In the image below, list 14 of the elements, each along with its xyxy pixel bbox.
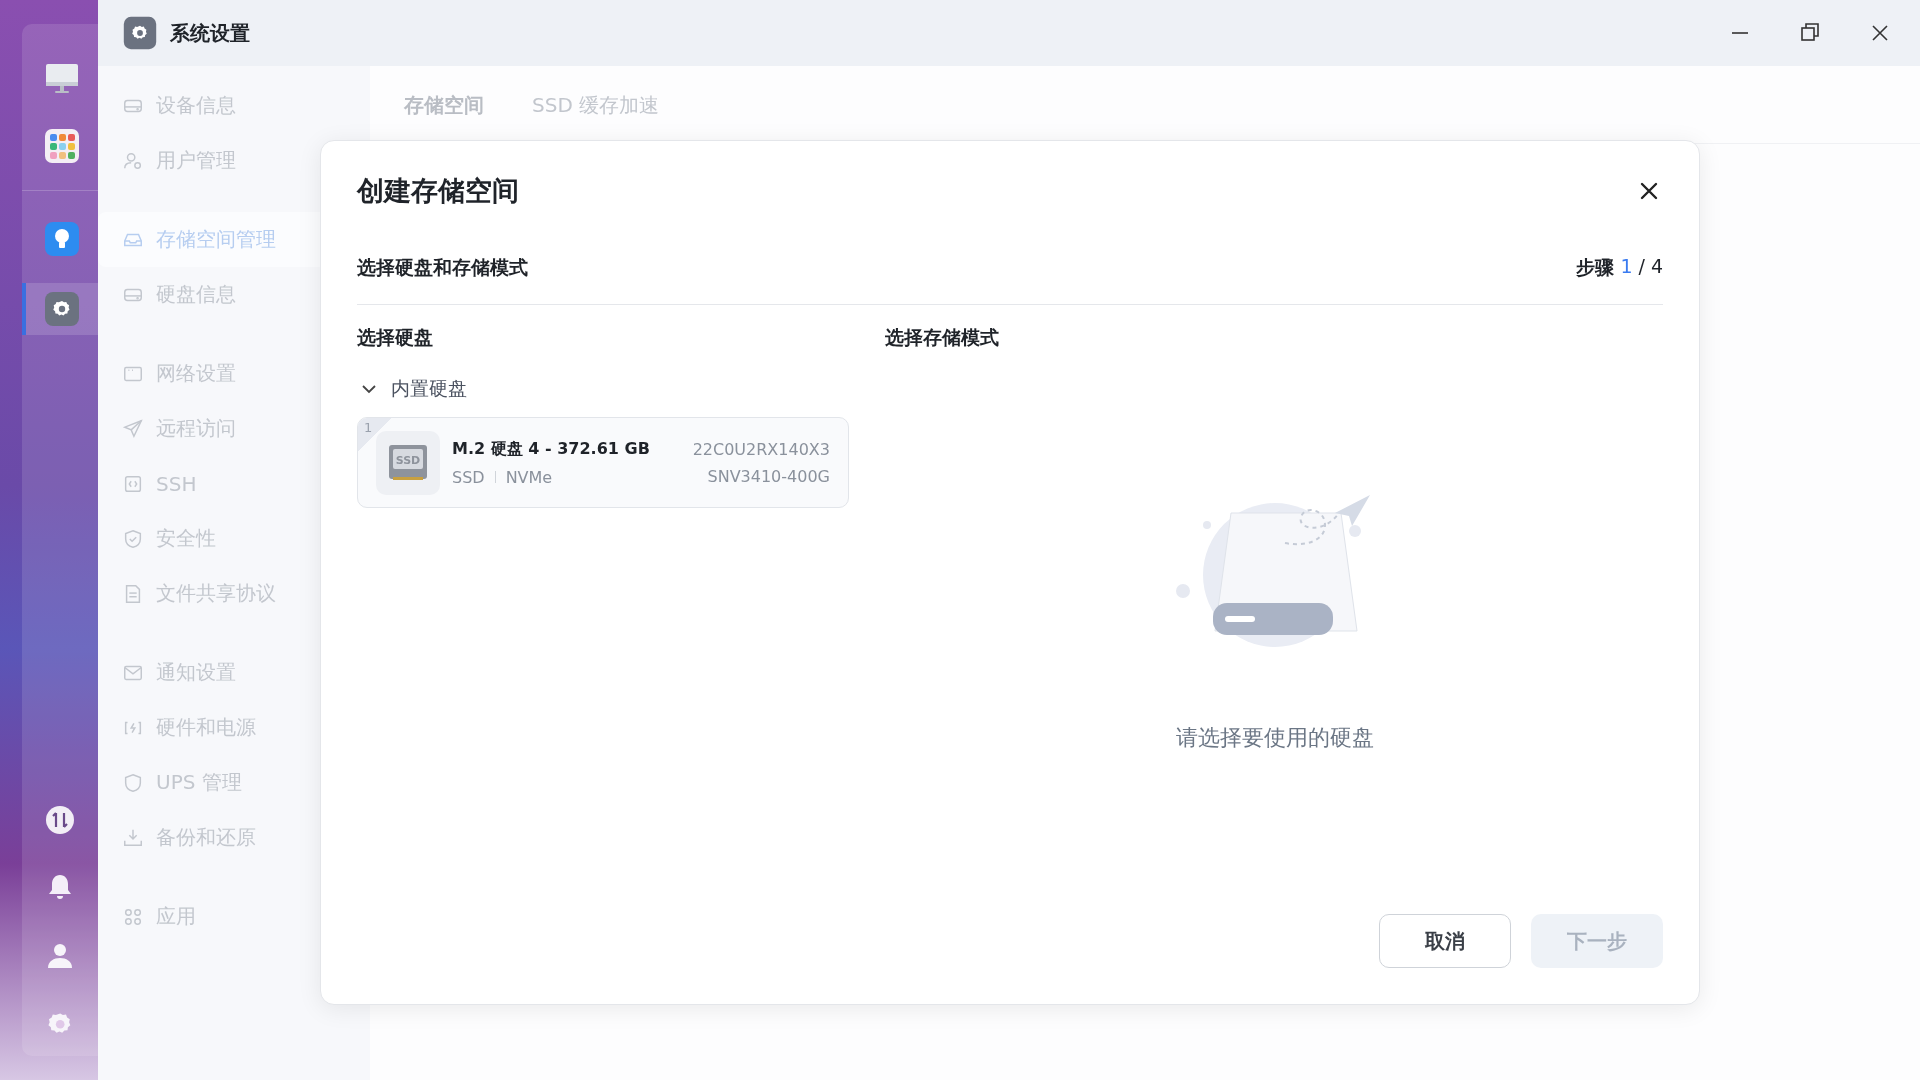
column-heading: 选择硬盘	[357, 325, 434, 350]
disk-serial: 22C0U2RX140X3	[692, 439, 830, 459]
step-total: / 4	[1638, 254, 1663, 279]
column-heading: 选择存储模式	[885, 325, 1000, 350]
disk-number: 1	[364, 420, 373, 435]
window-title: 系统设置	[170, 19, 250, 47]
step-label: 步骤	[1576, 254, 1615, 280]
disk-name: M.2 硬盘 4 - 372.61 GB	[452, 438, 650, 460]
step-current: 1	[1620, 254, 1633, 279]
dialog-title: 创建存储空间	[357, 174, 519, 208]
disk-model: SNV3410-400G	[707, 466, 830, 486]
disk-type: SSD	[452, 467, 485, 487]
disk-interface: NVMe	[505, 467, 553, 487]
empty-message: 请选择要使用的硬盘	[1176, 724, 1374, 752]
